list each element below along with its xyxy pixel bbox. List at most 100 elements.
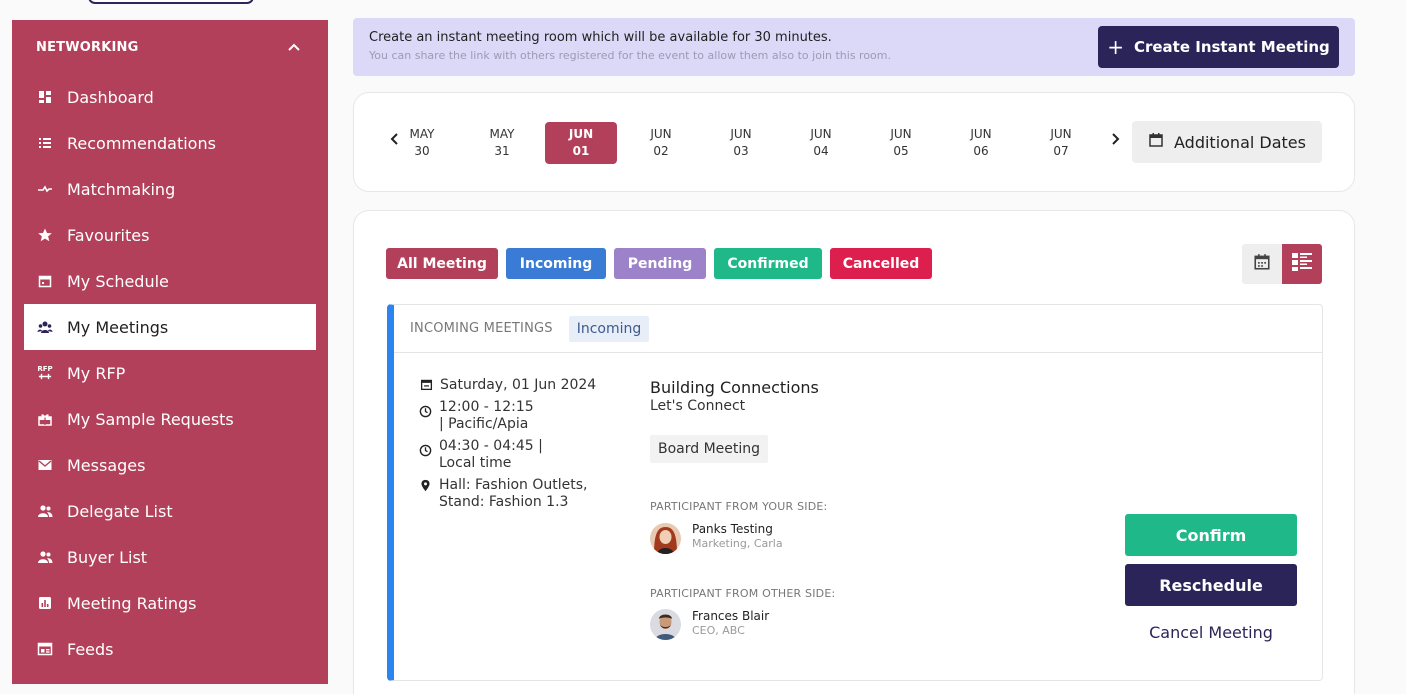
- your-side-role: Marketing, Carla: [692, 537, 783, 550]
- sidebar-item-my-sample-requests[interactable]: My Sample Requests: [24, 396, 316, 442]
- sidebar-item-label: Buyer List: [67, 547, 148, 567]
- calendar-view-toggle[interactable]: [1242, 244, 1282, 284]
- sidebar-item-label: My Sample Requests: [67, 409, 234, 429]
- date-month: JUN: [890, 127, 912, 141]
- other-side-label: PARTICIPANT FROM OTHER SIDE:: [650, 587, 836, 600]
- sidebar-item-label: Matchmaking: [67, 179, 176, 199]
- filter-pending[interactable]: Pending: [614, 248, 706, 279]
- clock-icon: [419, 405, 432, 418]
- sidebar-item-feeds[interactable]: Feeds: [24, 626, 316, 672]
- meeting-time-local: 04:30 - 04:45 | Local time: [439, 438, 543, 471]
- sidebar-item-matchmaking[interactable]: Matchmaking: [24, 166, 316, 212]
- calendar-icon: [36, 272, 54, 290]
- date-day: 07: [1053, 144, 1069, 158]
- instant-meeting-banner: Create an instant meeting room which wil…: [353, 18, 1355, 76]
- create-instant-meeting-label: Create Instant Meeting: [1133, 38, 1330, 56]
- meeting-date: Saturday, 01 Jun 2024: [440, 377, 597, 393]
- sidebar-item-label: Dashboard: [67, 87, 154, 107]
- sidebar-item-meeting-ratings[interactable]: Meeting Ratings: [24, 580, 316, 626]
- date-item[interactable]: JUN 03: [705, 122, 777, 164]
- date-item[interactable]: JUN 06: [945, 122, 1017, 164]
- sidebar-item-label: Feeds: [67, 639, 114, 659]
- sidebar-item-messages[interactable]: Messages: [24, 442, 316, 488]
- filter-cancelled[interactable]: Cancelled: [830, 248, 932, 279]
- filter-all-meeting[interactable]: All Meeting: [386, 248, 498, 279]
- meeting-time-row: 12:00 - 12:15 | Pacific/Apia: [419, 399, 539, 433]
- people-icon: [36, 548, 54, 566]
- date-day: 05: [893, 144, 909, 158]
- group-icon: [36, 318, 54, 336]
- date-item[interactable]: MAY 30: [386, 122, 458, 164]
- date-item[interactable]: JUN 04: [785, 122, 857, 164]
- sidebar: NETWORKING Dashboard Recommendations Mat…: [12, 20, 328, 684]
- sidebar-item-recommendations[interactable]: Recommendations: [24, 120, 316, 166]
- additional-dates-button[interactable]: Additional Dates: [1132, 121, 1322, 163]
- date-day: 01: [572, 144, 590, 158]
- list-icon: [36, 134, 54, 152]
- your-side-name: Panks Testing: [692, 522, 773, 536]
- calendar-icon: [1148, 132, 1164, 152]
- people-icon: [36, 502, 54, 520]
- date-item[interactable]: JUN 05: [865, 122, 937, 164]
- reschedule-button[interactable]: Reschedule: [1125, 564, 1297, 606]
- calendar-icon: [1253, 253, 1271, 275]
- avatar: [650, 609, 681, 640]
- plus-icon: +: [1107, 35, 1124, 59]
- sidebar-item-delegate-list[interactable]: Delegate List: [24, 488, 316, 534]
- list-view-icon: [1291, 252, 1313, 276]
- sidebar-section-networking[interactable]: NETWORKING: [12, 20, 328, 74]
- date-item[interactable]: JUN 07: [1025, 122, 1097, 164]
- date-month: MAY: [489, 127, 515, 141]
- sidebar-item-my-meetings[interactable]: My Meetings: [24, 304, 316, 350]
- date-day: 06: [973, 144, 989, 158]
- date-item-selected[interactable]: JUN 01: [545, 122, 617, 164]
- date-month: JUN: [970, 127, 992, 141]
- banner-subtitle: You can share the link with others regis…: [369, 49, 891, 62]
- page: NETWORKING Dashboard Recommendations Mat…: [0, 0, 1406, 694]
- date-day: 30: [414, 144, 430, 158]
- dashboard-icon: [36, 88, 54, 106]
- meeting-section-title: INCOMING MEETINGS: [410, 321, 553, 336]
- matchmaking-icon: [36, 180, 54, 198]
- sidebar-item-label: Favourites: [67, 225, 150, 245]
- filter-incoming[interactable]: Incoming: [506, 248, 606, 279]
- sidebar-item-my-rfp[interactable]: RFP My RFP: [24, 350, 316, 396]
- date-month: JUN: [568, 127, 594, 141]
- list-view-toggle[interactable]: [1282, 244, 1322, 284]
- sidebar-item-favourites[interactable]: Favourites: [24, 212, 316, 258]
- meeting-local-time-row: 04:30 - 04:45 | Local time: [419, 438, 579, 472]
- calendar-icon: [419, 378, 433, 391]
- date-month: JUN: [730, 127, 752, 141]
- create-instant-meeting-button[interactable]: + Create Instant Meeting: [1098, 26, 1339, 68]
- sidebar-item-buyer-list[interactable]: Buyer List: [24, 534, 316, 580]
- date-selector: MAY 30 MAY 31 JUN 01 JUN 02 JUN 03 JUN 04 JUN 0…: [353, 92, 1355, 192]
- date-day: 31: [494, 144, 510, 158]
- cancel-meeting-link[interactable]: Cancel Meeting: [1125, 623, 1297, 642]
- chevron-right-icon[interactable]: [1110, 131, 1120, 150]
- sidebar-section-title: NETWORKING: [36, 39, 139, 55]
- meeting-time-event: 12:00 - 12:15 | Pacific/Apia: [439, 399, 534, 432]
- meeting-type-badge: Board Meeting: [650, 435, 769, 463]
- date-month: JUN: [810, 127, 832, 141]
- date-month: JUN: [650, 127, 672, 141]
- sidebar-item-label: Meeting Ratings: [67, 593, 197, 613]
- banner-title: Create an instant meeting room which wil…: [369, 30, 832, 45]
- date-day: 03: [733, 144, 749, 158]
- filter-confirmed[interactable]: Confirmed: [714, 248, 822, 279]
- confirm-button[interactable]: Confirm: [1125, 514, 1297, 556]
- chevron-up-icon[interactable]: [288, 39, 300, 55]
- meetings-panel: All Meeting Incoming Pending Confirmed C…: [353, 210, 1355, 694]
- date-item[interactable]: JUN 02: [625, 122, 697, 164]
- avatar: [650, 523, 681, 554]
- date-month: JUN: [1050, 127, 1072, 141]
- additional-dates-label: Additional Dates: [1174, 132, 1306, 152]
- date-item[interactable]: MAY 31: [466, 122, 538, 164]
- other-side-role: CEO, ABC: [692, 624, 745, 637]
- status-badge: Incoming: [568, 315, 650, 342]
- top-logo-frame: [88, 0, 254, 4]
- sidebar-item-my-schedule[interactable]: My Schedule: [24, 258, 316, 304]
- sidebar-item-label: Recommendations: [67, 133, 216, 153]
- sidebar-item-dashboard[interactable]: Dashboard: [24, 74, 316, 120]
- other-side-name: Frances Blair: [692, 609, 770, 623]
- chart-icon: [36, 594, 54, 612]
